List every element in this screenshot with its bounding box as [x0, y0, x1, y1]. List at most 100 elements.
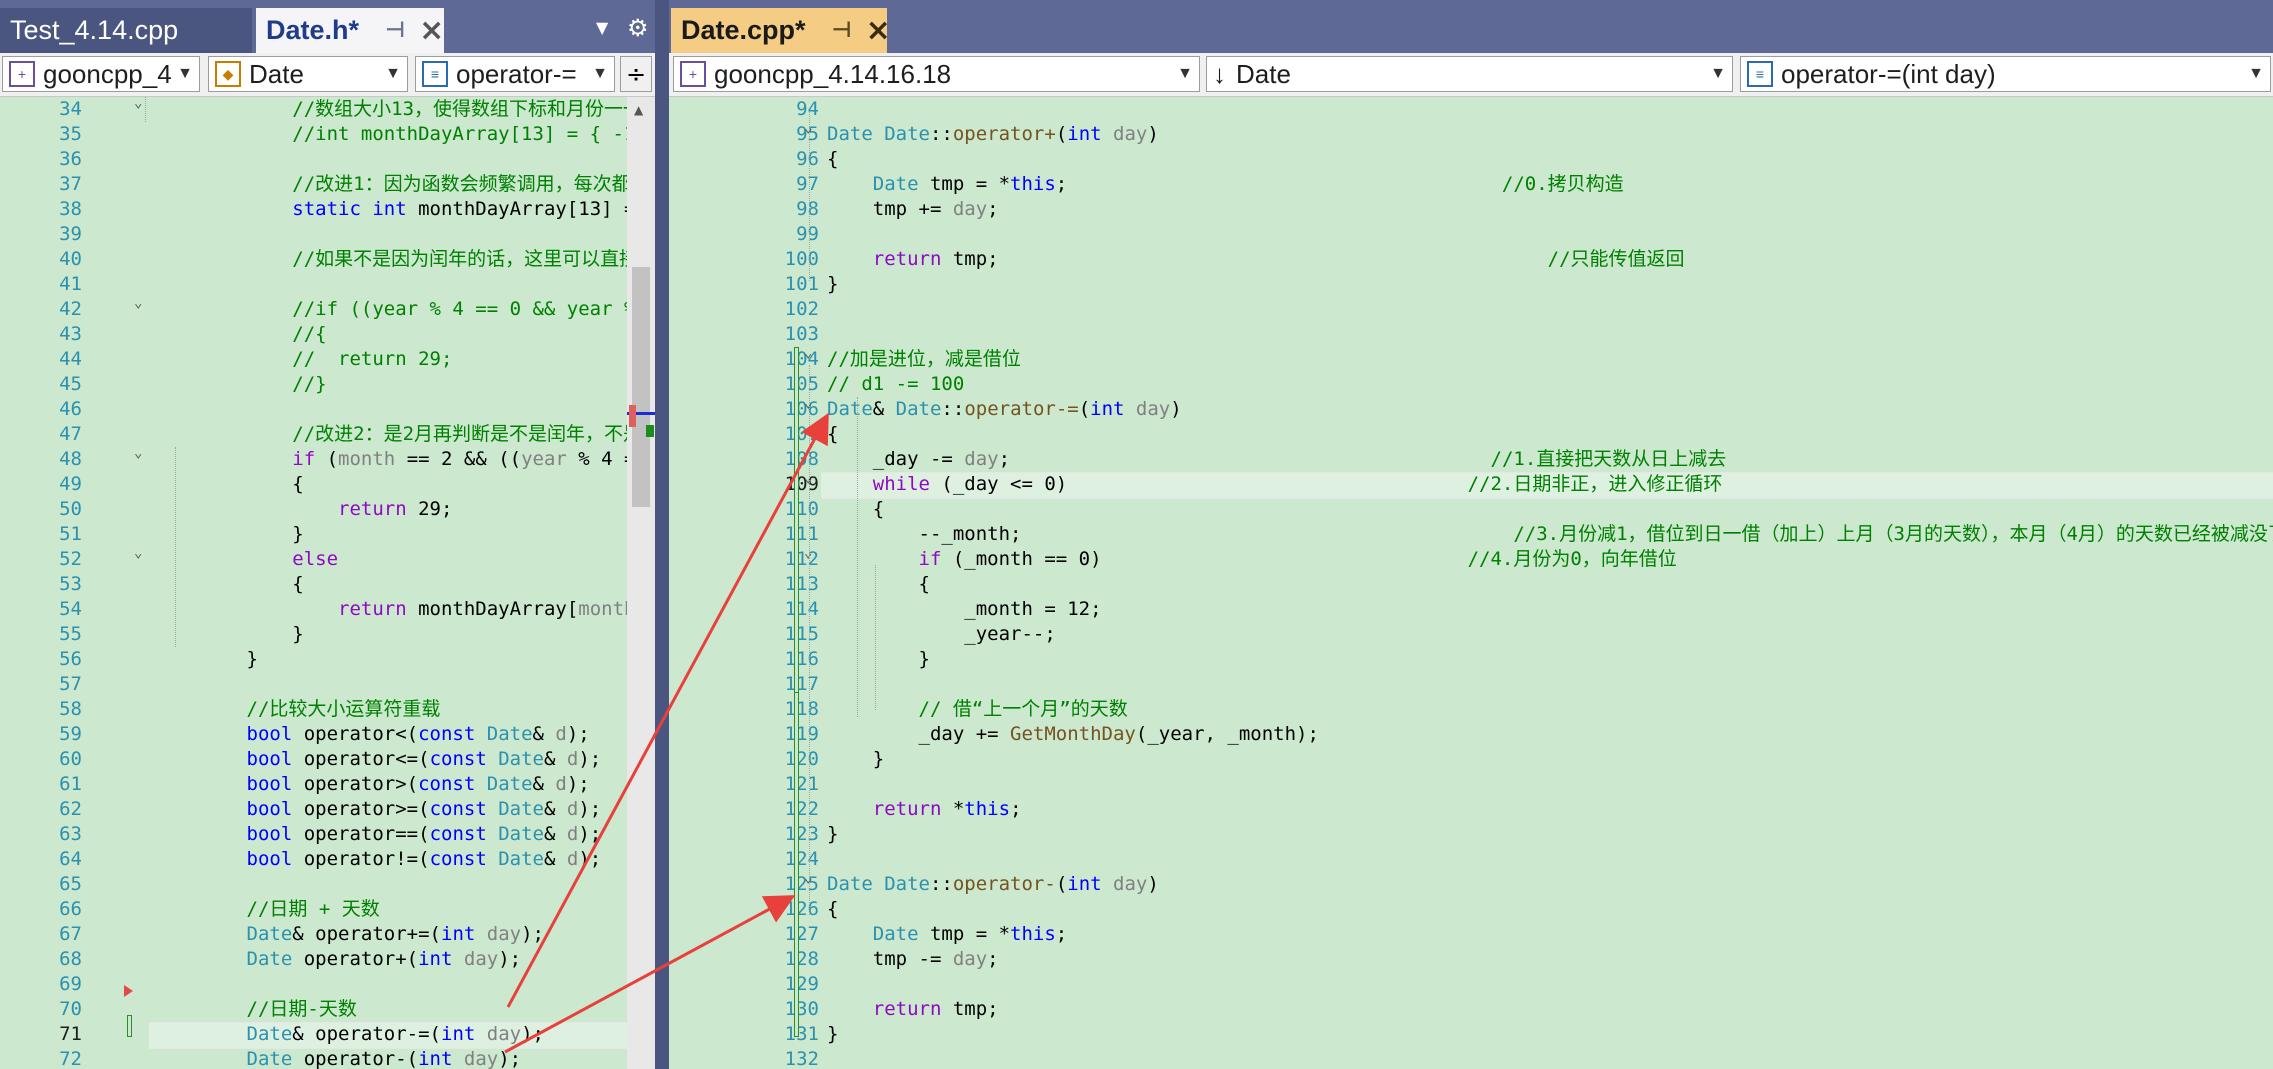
split-window-icon[interactable]: ÷ [620, 56, 652, 92]
code-line[interactable]: 120 } [669, 747, 2273, 772]
code-line[interactable]: 109 ⌄ while (_day <= 0) //2.日期非正，进入修正循环 [669, 470, 2273, 497]
code-line[interactable]: 68 Date operator+(int day); [0, 947, 655, 972]
project-dropdown[interactable]: + gooncpp_4 ▼ [2, 56, 200, 92]
code-line[interactable]: 39 [0, 222, 655, 247]
code-line[interactable]: 70 //日期-天数 [0, 997, 655, 1022]
code-line[interactable]: 122 return *this; [669, 797, 2273, 822]
code-line[interactable]: 62 bool operator>=(const Date& d); [0, 797, 655, 822]
code-line[interactable]: 100 return tmp; //只能传值返回 [669, 247, 2273, 272]
pin-icon[interactable]: ⊣ [832, 18, 852, 43]
code-line[interactable]: 71 Date& operator-=(int day); [0, 1022, 655, 1047]
left-vertical-scrollbar[interactable]: ▲ [627, 97, 655, 1069]
close-icon[interactable]: × [866, 13, 891, 48]
code-line[interactable]: 104 ⌄//加是进位，减是借位 [669, 345, 2273, 372]
code-line[interactable]: 46 [0, 397, 655, 422]
code-line[interactable]: 118 // 借“上一个月”的天数 [669, 697, 2273, 722]
code-line[interactable]: 94 [669, 97, 2273, 122]
code-line[interactable]: 127 Date tmp = *this; [669, 922, 2273, 947]
fold-toggle-icon[interactable]: ⌄ [134, 541, 142, 566]
code-line[interactable]: 132 [669, 1047, 2273, 1069]
code-line[interactable]: 114 _month = 12; [669, 597, 2273, 622]
code-line[interactable]: 67 Date& operator+=(int day); [0, 922, 655, 947]
code-line[interactable]: 119 _day += GetMonthDay(_year, _month); [669, 722, 2273, 747]
code-line[interactable]: 36 [0, 147, 655, 172]
code-line[interactable]: 108 _day -= day; //1.直接把天数从日上减去 [669, 447, 2273, 472]
code-line[interactable]: 59 bool operator<(const Date& d); [0, 722, 655, 747]
code-line[interactable]: 54 return monthDayArray[month] [0, 597, 655, 622]
code-line[interactable]: 107 { [669, 422, 2273, 447]
code-line[interactable]: 51 } [0, 522, 655, 547]
code-line[interactable]: 60 bool operator<=(const Date& d); [0, 747, 655, 772]
code-line[interactable]: 49 { [0, 472, 655, 497]
fold-toggle-icon[interactable]: ⌄ [134, 441, 142, 466]
code-line[interactable]: 64 bool operator!=(const Date& d); [0, 847, 655, 872]
fold-toggle-icon[interactable]: ⌄ [804, 341, 812, 366]
code-line[interactable]: 125 ⌄ Date Date::operator-(int day) [669, 870, 2273, 897]
code-line[interactable]: 103 [669, 322, 2273, 347]
class-dropdown[interactable]: ↓ Date ▼ [1206, 56, 1733, 92]
code-line[interactable]: 128 tmp -= day; [669, 947, 2273, 972]
code-line[interactable]: 34 ⌄ //数组大小13，使得数组下标和月份一一 [0, 95, 655, 122]
gear-icon[interactable]: ⚙ [627, 14, 649, 42]
code-line[interactable]: 113 { [669, 572, 2273, 597]
code-line[interactable]: 45 //} [0, 372, 655, 397]
code-line[interactable]: 48 ⌄ if (month == 2 && ((year % 4 == [0, 445, 655, 472]
code-line[interactable]: 97 Date tmp = *this; //0.拷贝构造 [669, 172, 2273, 197]
code-line[interactable]: 69 [0, 972, 655, 997]
code-line[interactable]: 55 } [0, 622, 655, 647]
code-line[interactable]: 105// d1 -= 100 [669, 372, 2273, 397]
code-line[interactable]: 99 [669, 222, 2273, 247]
code-line[interactable]: 95 ⌄ Date Date::operator+(int day) [669, 120, 2273, 147]
code-line[interactable]: 116 } [669, 647, 2273, 672]
code-line[interactable]: 35 //int monthDayArray[13] = { -1, [0, 122, 655, 147]
tab-date-h[interactable]: Date.h* ⊣ × [256, 8, 444, 53]
code-line[interactable]: 38 static int monthDayArray[13] = { [0, 197, 655, 222]
tab-test-cpp[interactable]: Test_4.14.cpp [0, 8, 252, 53]
member-dropdown[interactable]: ≡ operator-= ▼ [415, 56, 615, 92]
code-line[interactable]: 41 [0, 272, 655, 297]
class-dropdown[interactable]: ◆ Date ▼ [208, 56, 408, 92]
code-line[interactable]: 112 ⌄ if (_month == 0) //4.月份为0，向年借位 [669, 545, 2273, 572]
code-line[interactable]: 50 return 29; [0, 497, 655, 522]
tab-list-dropdown-icon[interactable]: ▼ [596, 18, 608, 37]
code-line[interactable]: 123} [669, 822, 2273, 847]
code-line[interactable]: 56 } [0, 647, 655, 672]
code-line[interactable]: 117 [669, 672, 2273, 697]
code-line[interactable]: 58 //比较大小运算符重载 [0, 697, 655, 722]
code-line[interactable]: 53 { [0, 572, 655, 597]
code-line[interactable]: 96 { [669, 147, 2273, 172]
code-line[interactable]: 43 //{ [0, 322, 655, 347]
scroll-up-icon[interactable]: ▲ [634, 103, 643, 117]
code-line[interactable]: 102 [669, 297, 2273, 322]
project-dropdown[interactable]: + gooncpp_4.14.16.18 ▼ [673, 56, 1200, 92]
code-line[interactable]: 63 bool operator==(const Date& d); [0, 822, 655, 847]
code-line[interactable]: 44 // return 29; [0, 347, 655, 372]
fold-toggle-icon[interactable]: ⌄ [134, 291, 142, 316]
code-line[interactable]: 111 --_month; //3.月份减1，借位到日一借（加上）上月（3月的天… [669, 522, 2273, 547]
code-line[interactable]: 106 ⌄ Date& Date::operator-=(int day) [669, 395, 2273, 422]
scrollbar-thumb[interactable] [632, 267, 650, 507]
code-line[interactable]: 52 ⌄ else [0, 545, 655, 572]
pin-icon[interactable]: ⊣ [385, 18, 405, 43]
code-line[interactable]: 129 [669, 972, 2273, 997]
code-line[interactable]: 72 Date operator-(int day); [0, 1047, 655, 1069]
code-line[interactable]: 47 //改进2：是2月再判断是不是闰年，不是 [0, 422, 655, 447]
code-line[interactable]: 121 [669, 772, 2273, 797]
code-line[interactable]: 131} [669, 1022, 2273, 1047]
code-line[interactable]: 65 [0, 872, 655, 897]
code-line[interactable]: 66 //日期 + 天数 [0, 897, 655, 922]
code-line[interactable]: 124 [669, 847, 2273, 872]
member-dropdown[interactable]: ≡ operator-=(int day) ▼ [1740, 56, 2271, 92]
code-line[interactable]: 115 _year--; [669, 622, 2273, 647]
tab-date-cpp[interactable]: Date.cpp* ⊣ × [671, 8, 891, 53]
editor-splitter[interactable] [655, 0, 669, 1069]
code-line[interactable]: 42 ⌄ //if ((year % 4 == 0 && year % 1 [0, 295, 655, 322]
fold-toggle-icon[interactable]: ⌄ [134, 91, 142, 116]
code-line[interactable]: 57 [0, 672, 655, 697]
code-line[interactable]: 40 //如果不是因为闰年的话，这里可以直接 [0, 247, 655, 272]
code-line[interactable]: 61 bool operator>(const Date& d); [0, 772, 655, 797]
code-line[interactable]: 110 { [669, 497, 2273, 522]
code-line[interactable]: 101} [669, 272, 2273, 297]
left-code-area[interactable]: 34 ⌄ //数组大小13，使得数组下标和月份一一 35 //int monthDa… [0, 95, 655, 1069]
close-icon[interactable]: × [419, 13, 444, 48]
